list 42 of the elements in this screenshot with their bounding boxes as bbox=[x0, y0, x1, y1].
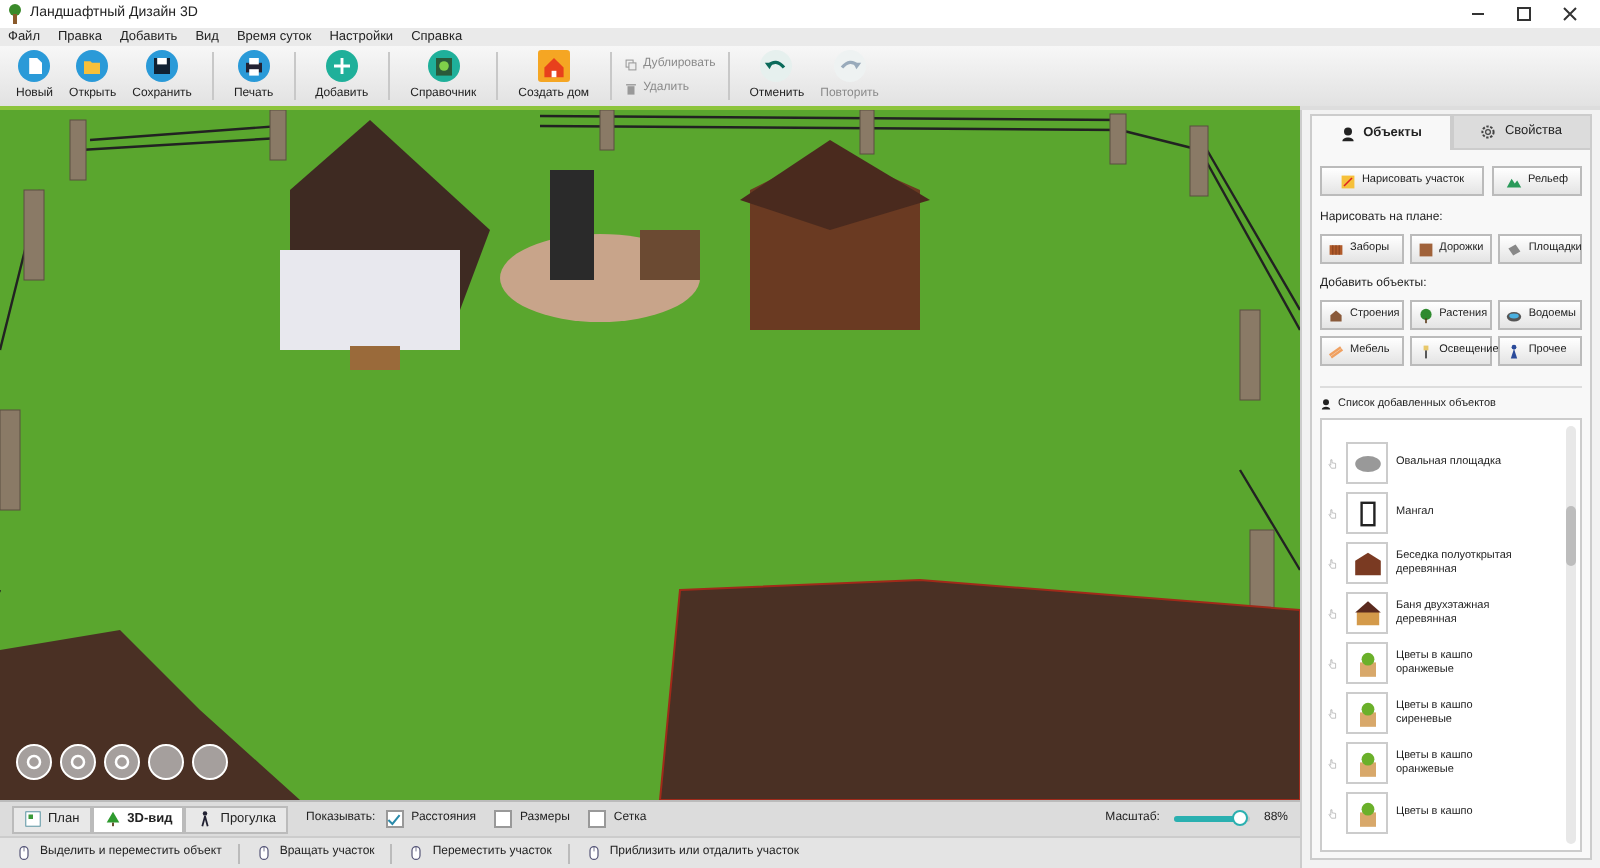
scrollbar[interactable] bbox=[1566, 426, 1576, 844]
floppy-disk-icon bbox=[146, 49, 179, 81]
hand-pointer-icon bbox=[1326, 557, 1338, 570]
hand-pointer-icon bbox=[1326, 507, 1338, 520]
hand-pointer-icon bbox=[1326, 757, 1338, 770]
fence-icon bbox=[1328, 241, 1344, 257]
close-icon[interactable] bbox=[1562, 6, 1578, 22]
figure-icon bbox=[1506, 343, 1523, 359]
app-logo-icon bbox=[6, 4, 24, 24]
hills-icon bbox=[1506, 173, 1523, 189]
building-icon bbox=[1328, 307, 1344, 323]
pond-icon bbox=[1506, 307, 1523, 323]
mouse-icon bbox=[16, 844, 32, 862]
stone-tile-icon bbox=[1506, 241, 1523, 257]
hand-pointer-icon bbox=[1326, 657, 1338, 670]
pencil-icon bbox=[1339, 173, 1356, 189]
gear-icon bbox=[1480, 124, 1497, 140]
mouse-icon bbox=[585, 844, 602, 862]
mouse-icon bbox=[408, 844, 425, 862]
trash-can-icon bbox=[623, 81, 638, 95]
maximize-icon[interactable] bbox=[1516, 6, 1532, 22]
document-icon bbox=[18, 49, 51, 81]
person-icon bbox=[1320, 398, 1332, 411]
hand-pointer-icon bbox=[1326, 707, 1338, 720]
plus-icon bbox=[325, 49, 358, 81]
hand-pointer-icon bbox=[1326, 807, 1338, 820]
plan-icon bbox=[24, 810, 42, 828]
hand-pointer-icon bbox=[1326, 457, 1338, 470]
person-icon bbox=[1339, 125, 1356, 141]
folder-icon bbox=[76, 49, 109, 81]
house-icon bbox=[537, 49, 570, 81]
path-tile-icon bbox=[1417, 241, 1434, 257]
checkmark-icon bbox=[386, 811, 403, 827]
printer-icon bbox=[237, 49, 270, 81]
tree-icon bbox=[1417, 307, 1434, 323]
tree-icon bbox=[103, 810, 122, 828]
slider-thumb[interactable] bbox=[1232, 810, 1249, 826]
bench-icon bbox=[1328, 343, 1344, 359]
hand-pointer-icon bbox=[1326, 607, 1338, 620]
copy-icon bbox=[623, 57, 638, 71]
book-icon bbox=[427, 49, 460, 81]
mouse-icon bbox=[255, 844, 272, 862]
